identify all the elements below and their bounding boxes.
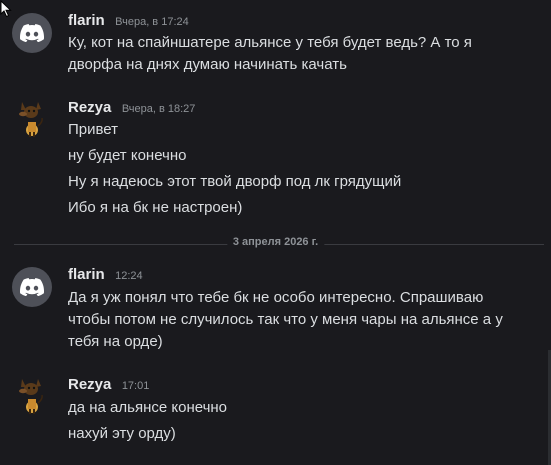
rezya-avatar-icon (19, 379, 43, 414)
message-text: дворфа на днях думаю начинать качать (68, 56, 347, 73)
message-text: нахуй эту орду) (68, 425, 176, 442)
message-text: да на альянсе конечно (68, 399, 228, 416)
message-timestamp[interactable]: Вчера, в 18:27 (122, 103, 196, 115)
discord-logo-icon (20, 278, 44, 296)
user-avatar[interactable] (12, 13, 52, 53)
username[interactable]: Rezya (68, 99, 111, 116)
mouse-cursor-icon (0, 0, 12, 18)
rezya-avatar-icon (19, 102, 43, 137)
message-header: flarin 12:24 (68, 266, 143, 284)
message-text: Ибо я на бк не настроен) (68, 199, 243, 216)
message-header: Rezya Вчера, в 18:27 (68, 99, 195, 117)
message-timestamp[interactable]: Вчера, в 17:24 (115, 16, 189, 28)
message-text: Да я уж понял что тебе бк не особо интер… (68, 289, 484, 306)
user-avatar[interactable] (12, 98, 52, 138)
discord-logo-icon (20, 24, 44, 42)
message-text: Привет (68, 121, 119, 138)
chat-window: flarin Вчера, в 17:24 Ку, кот на спайнша… (0, 0, 551, 465)
user-avatar[interactable] (12, 375, 52, 415)
message-text: чтобы потом не случилось так что у меня … (68, 311, 503, 328)
username[interactable]: flarin (68, 266, 105, 283)
message-text: Ну я надеюсь этот твой дворф под лк гряд… (68, 173, 402, 190)
message-timestamp[interactable]: 17:01 (122, 380, 150, 392)
message-text: тебя на орде) (68, 333, 163, 350)
message-header: Rezya 17:01 (68, 376, 149, 394)
username[interactable]: Rezya (68, 376, 111, 393)
message-timestamp[interactable]: 12:24 (115, 270, 143, 282)
message-text: ну будет конечно (68, 147, 187, 164)
message-header: flarin Вчера, в 17:24 (68, 12, 189, 30)
username[interactable]: flarin (68, 12, 105, 29)
message-text: Ку, кот на спайншатере альянсе у тебя бу… (68, 34, 472, 51)
date-divider-label: 3 апреля 2026 г. (226, 236, 325, 248)
user-avatar[interactable] (12, 267, 52, 307)
